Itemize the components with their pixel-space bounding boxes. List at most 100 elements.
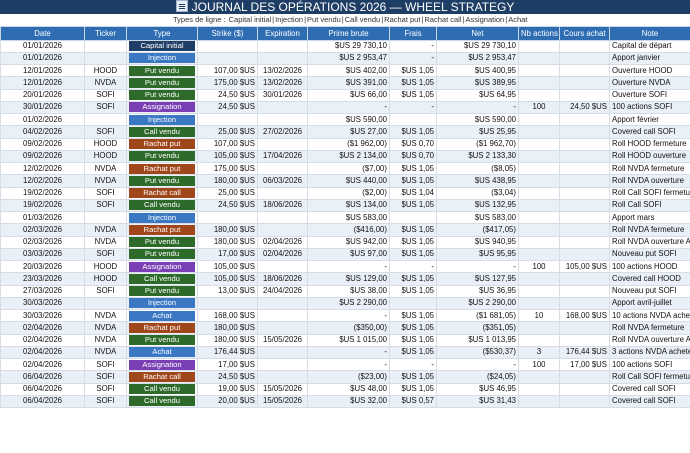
cell-note[interactable]: Capital de départ xyxy=(609,39,690,53)
cell-nb-actions[interactable] xyxy=(518,235,560,249)
cell-date[interactable]: 02/04/2026 xyxy=(0,345,85,360)
cell-prime-brute[interactable]: $US 97,00 xyxy=(307,247,390,262)
cell-note[interactable]: 10 actions NVDA achetées xyxy=(609,309,690,323)
cell-note[interactable]: Roll HOOD ouverture xyxy=(609,149,690,164)
cell-prime-brute[interactable]: $US 32,00 xyxy=(307,394,390,409)
cell-expiration[interactable] xyxy=(257,358,308,372)
cell-net[interactable]: $US 583,00 xyxy=(436,211,519,225)
cell-type[interactable]: Capital initial xyxy=(126,39,198,53)
cell-expiration[interactable]: 13/02/2026 xyxy=(257,76,308,90)
cell-date[interactable]: 02/03/2026 xyxy=(0,223,85,237)
cell-prime-brute[interactable]: $US 134,00 xyxy=(307,198,390,213)
cell-expiration[interactable] xyxy=(257,39,308,53)
cell-note[interactable]: Ouverture HOOD xyxy=(609,64,690,78)
cell-net[interactable]: - xyxy=(436,358,519,372)
cell-expiration[interactable]: 18/06/2026 xyxy=(257,198,308,213)
cell-type[interactable]: Call vendu xyxy=(126,272,198,286)
cell-date[interactable]: 12/02/2026 xyxy=(0,174,85,188)
cell-strike[interactable]: 25,00 $US xyxy=(197,125,258,139)
cell-nb-actions[interactable] xyxy=(518,198,560,213)
cell-frais[interactable]: $US 0,70 xyxy=(389,149,437,164)
cell-cours-achat[interactable] xyxy=(559,370,610,384)
cell-net[interactable]: - xyxy=(436,100,519,115)
cell-ticker[interactable]: NVDA xyxy=(84,235,127,249)
cell-ticker[interactable] xyxy=(84,211,127,225)
cell-date[interactable]: 12/01/2026 xyxy=(0,64,85,78)
col-header-frais[interactable]: Frais xyxy=(389,26,437,41)
cell-strike[interactable]: 180,00 $US xyxy=(197,174,258,188)
cell-nb-actions[interactable]: 100 xyxy=(518,100,560,115)
cell-prime-brute[interactable]: ($2,00) xyxy=(307,186,390,200)
cell-strike[interactable] xyxy=(197,296,258,311)
cell-net[interactable]: $US 132,95 xyxy=(436,198,519,213)
cell-strike[interactable]: 176,44 $US xyxy=(197,345,258,360)
cell-date[interactable]: 01/01/2026 xyxy=(0,39,85,53)
cell-frais[interactable] xyxy=(389,296,437,311)
cell-strike[interactable] xyxy=(197,51,258,66)
cell-strike[interactable]: 107,00 $US xyxy=(197,137,258,151)
cell-frais[interactable]: - xyxy=(389,100,437,115)
cell-expiration[interactable]: 02/04/2026 xyxy=(257,235,308,249)
cell-type[interactable]: Put vendu xyxy=(126,174,198,188)
cell-note[interactable]: Roll Call SOFI fermeture xyxy=(609,186,690,200)
cell-strike[interactable] xyxy=(197,39,258,53)
cell-nb-actions[interactable] xyxy=(518,162,560,176)
cell-strike[interactable]: 175,00 $US xyxy=(197,162,258,176)
cell-net[interactable]: $US 438,95 xyxy=(436,174,519,188)
cell-note[interactable]: 3 actions NVDA achetées xyxy=(609,345,690,360)
cell-expiration[interactable]: 06/03/2026 xyxy=(257,174,308,188)
col-header-prime-brute[interactable]: Prime brute xyxy=(307,26,390,41)
cell-type[interactable]: Assignation xyxy=(126,100,198,115)
cell-prime-brute[interactable]: $US 942,00 xyxy=(307,235,390,249)
cell-cours-achat[interactable] xyxy=(559,321,610,335)
cell-date[interactable]: 06/04/2026 xyxy=(0,370,85,384)
cell-date[interactable]: 20/03/2026 xyxy=(0,260,85,274)
cell-note[interactable]: Roll NVDA fermeture xyxy=(609,321,690,335)
cell-nb-actions[interactable]: 3 xyxy=(518,345,560,360)
cell-note[interactable]: Covered call SOFI xyxy=(609,125,690,139)
cell-ticker[interactable]: NVDA xyxy=(84,321,127,335)
cell-strike[interactable]: 105,00 $US xyxy=(197,149,258,164)
cell-expiration[interactable] xyxy=(257,186,308,200)
cell-prime-brute[interactable]: $US 440,00 xyxy=(307,174,390,188)
cell-cours-achat[interactable] xyxy=(559,137,610,151)
cell-expiration[interactable] xyxy=(257,321,308,335)
cell-prime-brute[interactable]: $US 29 730,10 xyxy=(307,39,390,53)
cell-prime-brute[interactable]: $US 402,00 xyxy=(307,64,390,78)
cell-nb-actions[interactable] xyxy=(518,272,560,286)
cell-frais[interactable]: - xyxy=(389,260,437,274)
cell-nb-actions[interactable] xyxy=(518,211,560,225)
cell-type[interactable]: Call vendu xyxy=(126,125,198,139)
cell-strike[interactable]: 180,00 $US xyxy=(197,321,258,335)
cell-strike[interactable]: 19,00 $US xyxy=(197,382,258,396)
cell-cours-achat[interactable]: 176,44 $US xyxy=(559,345,610,360)
cell-strike[interactable]: 175,00 $US xyxy=(197,76,258,90)
cell-cours-achat[interactable] xyxy=(559,284,610,298)
cell-nb-actions[interactable] xyxy=(518,382,560,396)
cell-frais[interactable]: $US 1,05 xyxy=(389,235,437,249)
cell-type[interactable]: Put vendu xyxy=(126,247,198,262)
cell-cours-achat[interactable] xyxy=(559,162,610,176)
cell-note[interactable]: Covered call SOFI xyxy=(609,382,690,396)
cell-type[interactable]: Injection xyxy=(126,296,198,311)
cell-type[interactable]: Put vendu xyxy=(126,284,198,298)
cell-net[interactable]: ($351,05) xyxy=(436,321,519,335)
cell-type[interactable]: Put vendu xyxy=(126,76,198,90)
cell-date[interactable]: 02/04/2026 xyxy=(0,321,85,335)
cell-cours-achat[interactable]: 24,50 $US xyxy=(559,100,610,115)
cell-cours-achat[interactable] xyxy=(559,394,610,409)
cell-type[interactable]: Put vendu xyxy=(126,64,198,78)
cell-net[interactable]: $US 127,95 xyxy=(436,272,519,286)
cell-ticker[interactable]: NVDA xyxy=(84,162,127,176)
cell-date[interactable]: 02/03/2026 xyxy=(0,235,85,249)
cell-net[interactable]: ($3,04) xyxy=(436,186,519,200)
cell-strike[interactable] xyxy=(197,113,258,127)
cell-prime-brute[interactable]: $US 583,00 xyxy=(307,211,390,225)
cell-date[interactable]: 01/02/2026 xyxy=(0,113,85,127)
cell-date[interactable]: 19/02/2026 xyxy=(0,186,85,200)
cell-prime-brute[interactable]: $US 1 015,00 xyxy=(307,333,390,347)
cell-net[interactable]: $US 2 953,47 xyxy=(436,51,519,66)
cell-expiration[interactable]: 15/05/2026 xyxy=(257,394,308,409)
cell-expiration[interactable] xyxy=(257,296,308,311)
cell-ticker[interactable]: SOFI xyxy=(84,394,127,409)
